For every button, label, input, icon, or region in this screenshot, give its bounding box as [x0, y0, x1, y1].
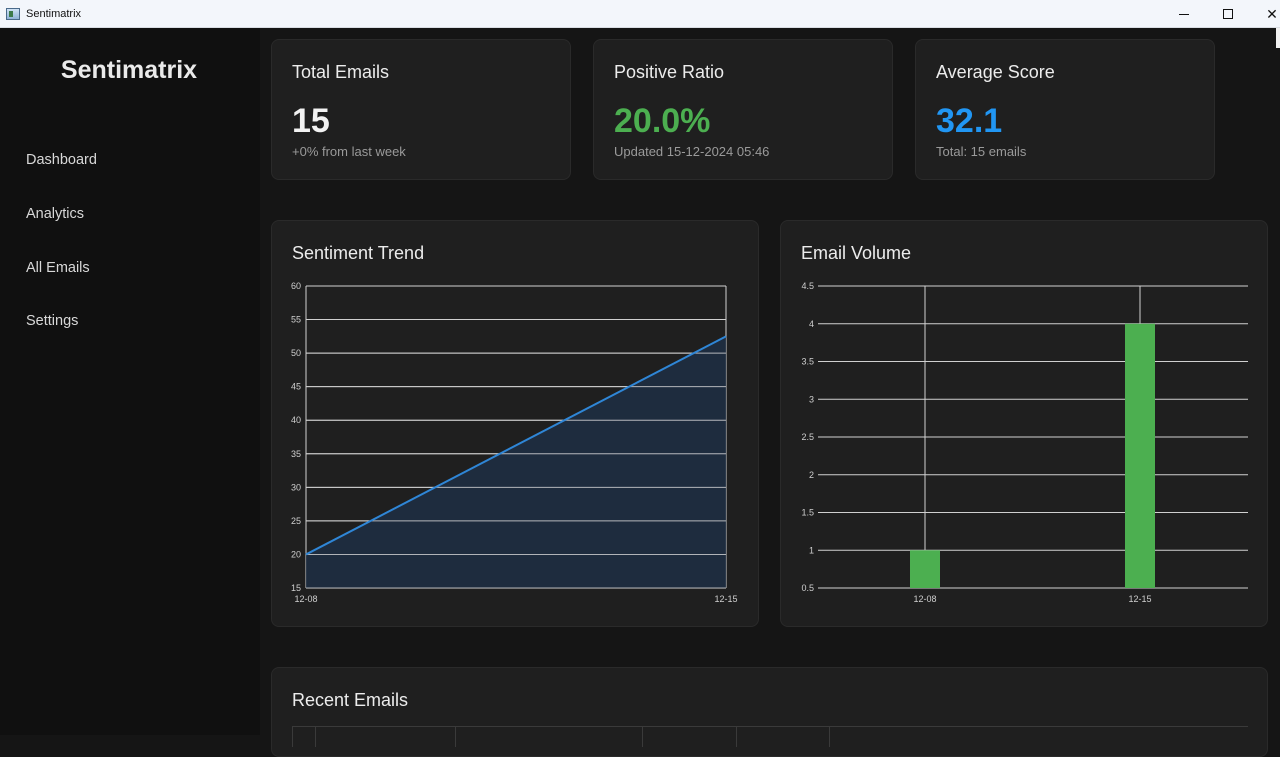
minimize-button[interactable] — [1162, 0, 1206, 28]
stat-subtext: +0% from last week — [292, 144, 406, 159]
y-tick-label: 15 — [291, 583, 301, 593]
sidebar: Sentimatrix Dashboard Analytics All Emai… — [0, 28, 260, 735]
stat-title: Total Emails — [292, 62, 389, 83]
y-tick-label: 55 — [291, 315, 301, 325]
bar — [1125, 324, 1155, 588]
y-tick-label: 1.5 — [801, 508, 814, 518]
y-tick-label: 30 — [291, 482, 301, 492]
sentiment-trend-chart: 15 20 25 30 35 40 45 50 55 60 12-08 12-15 — [272, 221, 760, 628]
email-volume-panel: Email Volume 0.511.522.533.544.512-0812-… — [780, 220, 1268, 627]
stat-card-positive-ratio: Positive Ratio 20.0% Updated 15-12-2024 … — [593, 39, 893, 180]
panel-title: Recent Emails — [292, 690, 408, 711]
y-tick-label: 20 — [291, 549, 301, 559]
scrollbar-edge[interactable] — [1276, 28, 1280, 48]
recent-emails-table-header — [292, 726, 1248, 746]
stat-card-total-emails: Total Emails 15 +0% from last week — [271, 39, 571, 180]
brand-logo: Sentimatrix — [0, 56, 258, 85]
sidebar-item-analytics[interactable]: Analytics — [26, 206, 84, 222]
x-tick-label: 12-15 — [1128, 594, 1151, 604]
stat-value: 32.1 — [936, 102, 1002, 141]
y-tick-label: 25 — [291, 516, 301, 526]
stat-subtext: Total: 15 emails — [936, 144, 1026, 159]
sidebar-item-dashboard[interactable]: Dashboard — [26, 152, 97, 168]
y-tick-label: 4 — [809, 319, 814, 329]
x-tick-label: 12-08 — [913, 594, 936, 604]
close-icon: ✕ — [1266, 6, 1278, 23]
sentiment-trend-panel: Sentiment Trend 1520253035404550556012-0… — [271, 220, 759, 627]
y-tick-label: 45 — [291, 382, 301, 392]
sidebar-item-settings[interactable]: Settings — [26, 313, 78, 329]
window-titlebar: Sentimatrix ✕ — [0, 0, 1280, 28]
y-tick-label: 2.5 — [801, 432, 814, 442]
y-tick-label: 0.5 — [801, 583, 814, 593]
stat-value: 20.0% — [614, 102, 710, 141]
stat-card-average-score: Average Score 32.1 Total: 15 emails — [915, 39, 1215, 180]
x-tick-label: 12-08 — [294, 594, 317, 604]
main-content: Total Emails 15 +0% from last week Posit… — [260, 28, 1280, 735]
maximize-button[interactable] — [1206, 0, 1250, 28]
y-tick-label: 40 — [291, 415, 301, 425]
y-tick-label: 4.5 — [801, 281, 814, 291]
y-tick-label: 3.5 — [801, 357, 814, 367]
y-tick-label: 2 — [809, 470, 814, 480]
y-tick-label: 60 — [291, 281, 301, 291]
series-area — [306, 336, 726, 588]
window-title: Sentimatrix — [26, 8, 81, 20]
recent-emails-panel: Recent Emails — [271, 667, 1268, 757]
stat-value: 15 — [292, 102, 330, 141]
email-volume-chart: 0.5 1 1.5 2 2.5 3 3.5 4 4.5 12-08 12-15 — [781, 221, 1269, 628]
stat-title: Average Score — [936, 62, 1055, 83]
y-tick-label: 50 — [291, 348, 301, 358]
y-tick-label: 3 — [809, 394, 814, 404]
bar — [910, 550, 940, 588]
y-tick-label: 1 — [809, 545, 814, 555]
stat-title: Positive Ratio — [614, 62, 724, 83]
x-tick-label: 12-15 — [714, 594, 737, 604]
sidebar-item-all-emails[interactable]: All Emails — [26, 260, 90, 276]
stat-subtext: Updated 15-12-2024 05:46 — [614, 144, 769, 159]
minimize-icon — [1179, 14, 1189, 15]
maximize-icon — [1223, 9, 1233, 19]
close-button[interactable]: ✕ — [1250, 0, 1280, 28]
y-tick-label: 35 — [291, 449, 301, 459]
app-icon — [6, 8, 20, 20]
